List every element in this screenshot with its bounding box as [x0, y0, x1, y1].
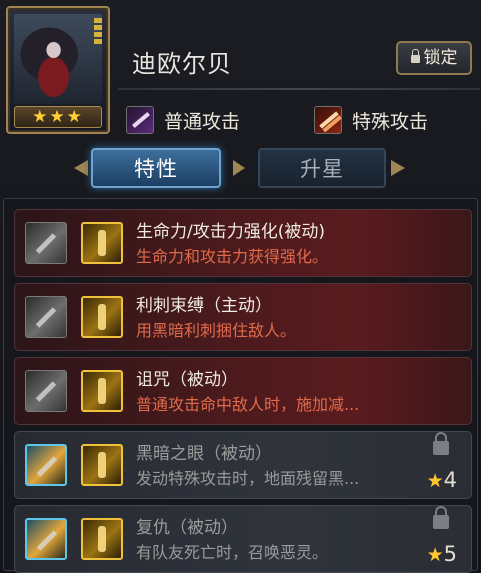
- skill-name: 诅咒（被动）: [136, 370, 238, 390]
- tab-traits[interactable]: 特性: [91, 148, 221, 188]
- lock-button[interactable]: 锁定: [396, 41, 472, 75]
- normal-attack-label: 普通攻击: [164, 110, 241, 133]
- skill-row-locked[interactable]: 黑暗之眼（被动） 发动特殊攻击时，地面残留黑... ★4: [14, 431, 472, 499]
- blade-buff-icon: [81, 222, 123, 264]
- star-icon: ★: [426, 544, 444, 566]
- skill-row-locked[interactable]: 复仇（被动） 有队友死亡时，召唤恶灵。 ★5: [14, 505, 472, 573]
- skill-desc: 普通攻击命中敌人时，施加减...: [136, 395, 360, 414]
- special-attack-type: 特殊攻击: [314, 106, 428, 134]
- curse-debuff-icon: [81, 370, 123, 412]
- tab-ornament-right: [391, 160, 405, 176]
- special-attack-label: 特殊攻击: [352, 110, 429, 133]
- star-requirement: ★4: [427, 468, 457, 492]
- skill-name: 生命力/攻击力强化(被动): [136, 222, 325, 242]
- tab-star-up[interactable]: 升星: [258, 148, 386, 188]
- skill-name: 利刺束缚（主动）: [136, 296, 272, 316]
- padlock-icon: [433, 432, 449, 455]
- skill-desc: 发动特殊攻击时，地面残留黑...: [136, 469, 360, 488]
- revenge-mask-icon: [25, 518, 67, 560]
- skill-name: 复仇（被动）: [136, 518, 238, 538]
- lock-button-label: 锁定: [423, 48, 458, 68]
- skill-list: 生命力/攻击力强化(被动) 生命力和攻击力获得强化。 利刺束缚（主动） 用黑暗利…: [3, 198, 478, 573]
- skill-name: 黑暗之眼（被动）: [136, 444, 272, 464]
- thorn-claw-icon: [25, 296, 67, 338]
- fire-slash-icon: [314, 106, 342, 134]
- padlock-icon: [433, 506, 449, 529]
- hero-name: 迪欧尔贝: [132, 50, 232, 78]
- hero-art: [14, 14, 102, 104]
- skill-row[interactable]: 利刺束缚（主动） 用黑暗利刺捆住敌人。: [14, 283, 472, 351]
- star-icon: ★: [426, 470, 444, 492]
- dark-ground-icon: [81, 444, 123, 486]
- tab-ornament-middle: [233, 160, 245, 176]
- sword-icon: [25, 222, 67, 264]
- normal-attack-type: 普通攻击: [126, 106, 240, 134]
- dagger-slash-icon: [126, 106, 154, 134]
- header-divider: [118, 88, 480, 90]
- skill-desc: 生命力和攻击力获得强化。: [136, 247, 329, 266]
- dark-eye-icon: [25, 444, 67, 486]
- padlock-icon: [410, 49, 420, 63]
- hero-portrait[interactable]: ★★★: [6, 6, 110, 134]
- spirit-summon-icon: [81, 518, 123, 560]
- required-star-count: 4: [443, 468, 457, 492]
- thorn-bind-icon: [81, 296, 123, 338]
- tab-ornament-left: [74, 160, 88, 176]
- hero-skill-panel: ★★★ 迪欧尔贝 锁定 普通攻击 特殊攻击 特性 升星 生命力/攻击力强化(被动…: [0, 0, 481, 573]
- skill-row[interactable]: 诅咒（被动） 普通攻击命中敌人时，施加减...: [14, 357, 472, 425]
- required-star-count: 5: [443, 542, 457, 566]
- rank-pips: [94, 18, 102, 44]
- hero-star-rating: ★★★: [14, 106, 102, 128]
- curse-icon: [25, 370, 67, 412]
- skill-row[interactable]: 生命力/攻击力强化(被动) 生命力和攻击力获得强化。: [14, 209, 472, 277]
- skill-desc: 有队友死亡时，召唤恶灵。: [136, 543, 329, 562]
- star-requirement: ★5: [427, 542, 457, 566]
- skill-desc: 用黑暗利刺捆住敌人。: [136, 321, 297, 340]
